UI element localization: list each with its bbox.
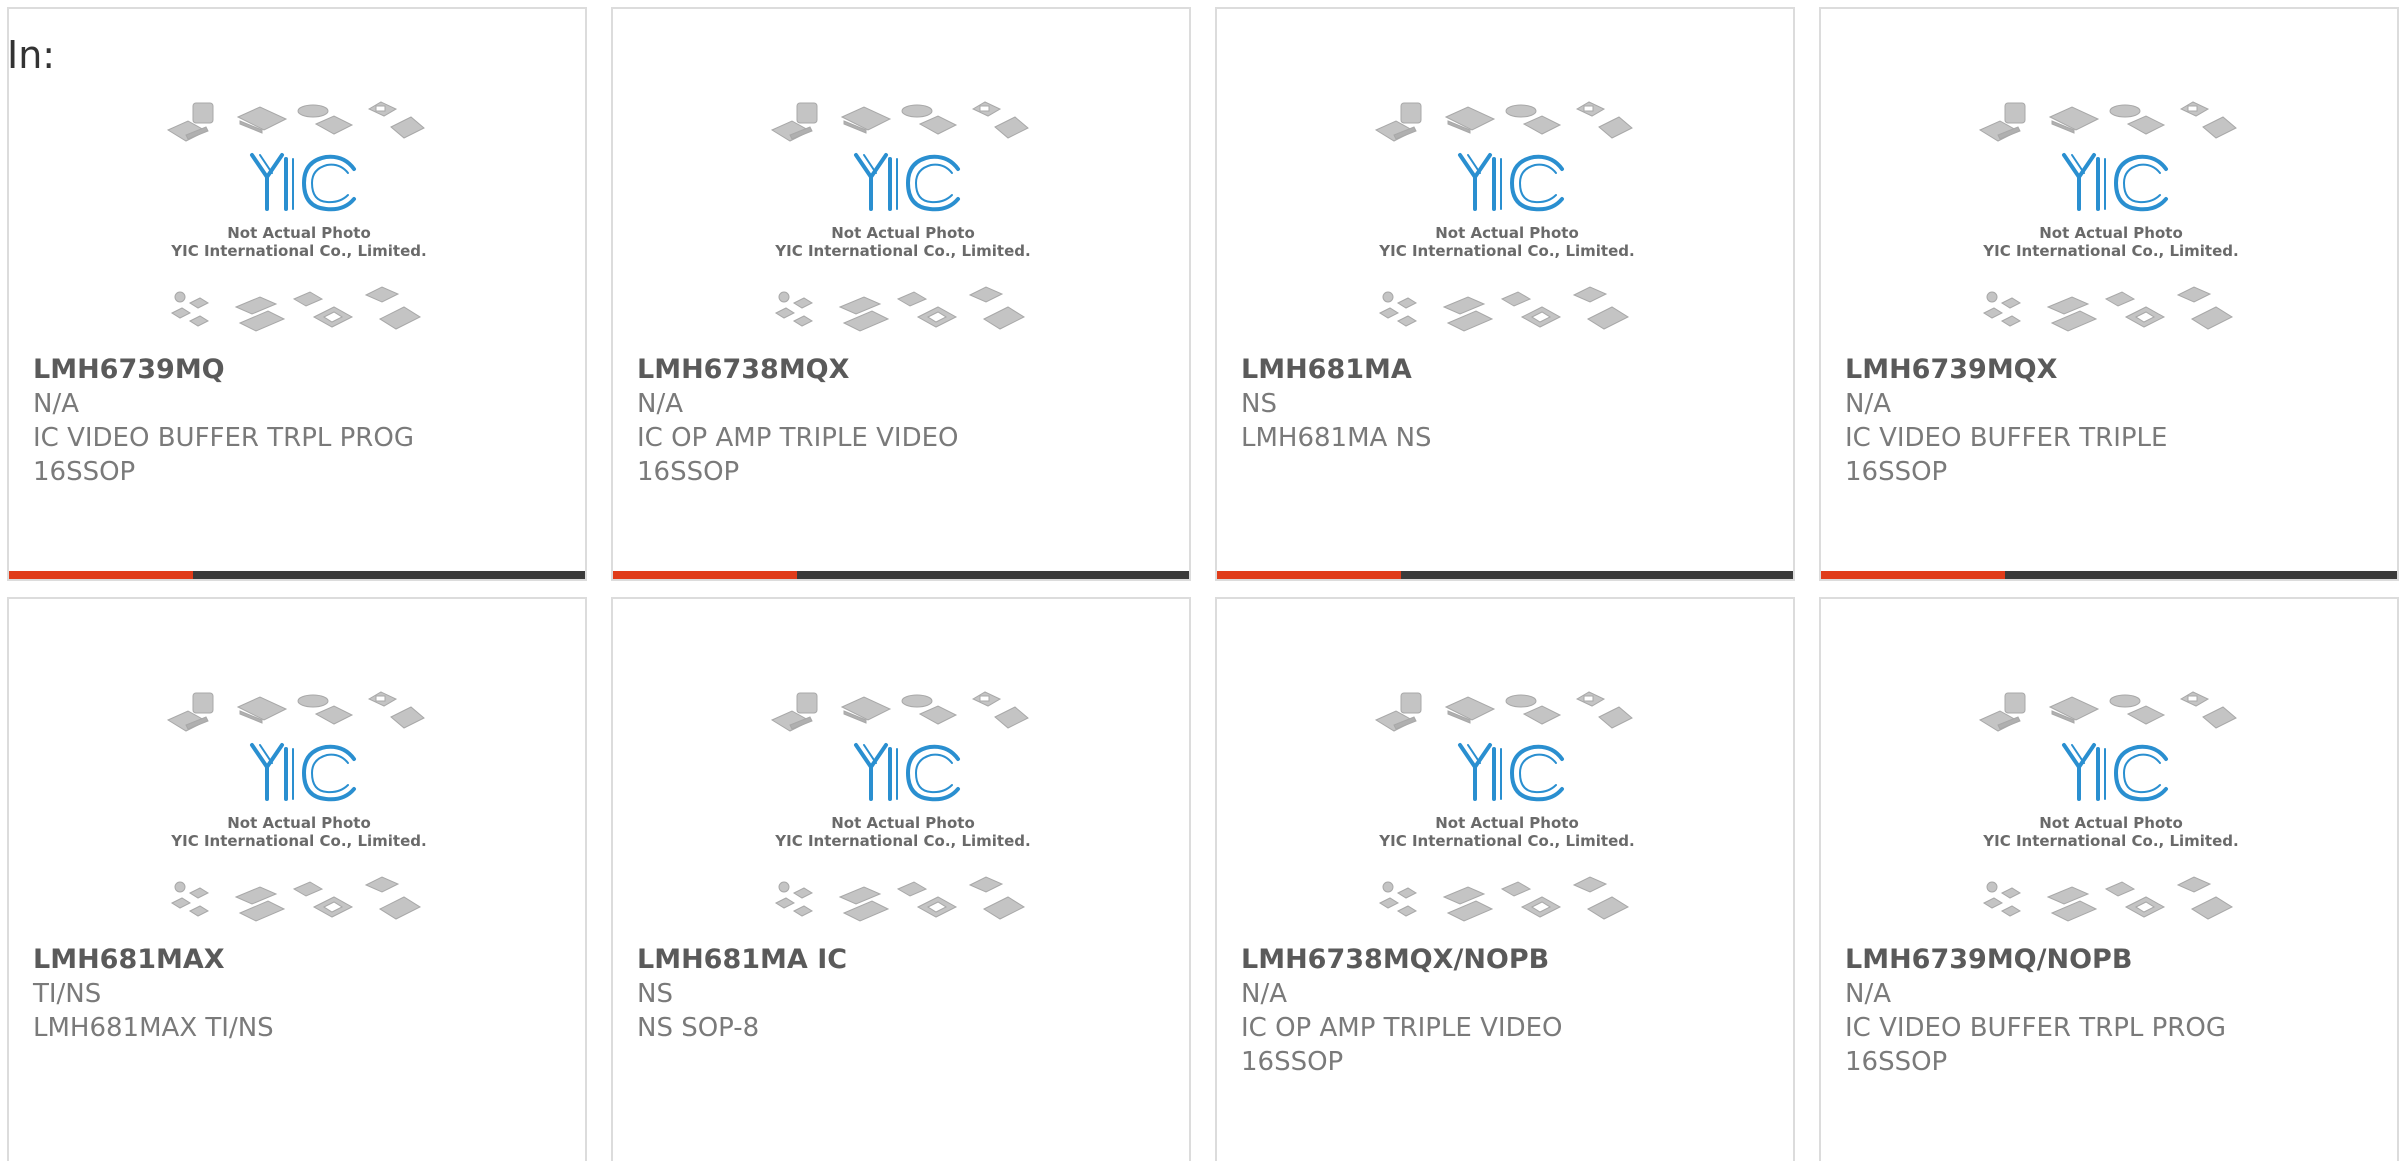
chip-package-icon [1978, 691, 2237, 732]
placeholder-caption-2: YIC International Co., Limited. [1378, 242, 1634, 260]
card-bottom-bar-accent [613, 571, 797, 579]
placeholder-caption-2: YIC International Co., Limited. [1378, 832, 1634, 850]
product-grid: Not Actual Photo YIC International Co., … [7, 7, 2399, 1161]
chip-package-icon [170, 286, 422, 332]
product-placeholder-image: Not Actual Photo YIC International Co., … [1374, 101, 1635, 332]
yic-logo-icon [250, 743, 356, 802]
product-card[interactable]: Not Actual Photo YIC International Co., … [1215, 7, 1795, 581]
product-card[interactable]: Not Actual Photo YIC International Co., … [7, 597, 587, 1161]
card-bottom-bar-accent [1217, 571, 1401, 579]
yic-logo-icon [854, 153, 960, 212]
product-description: LMH681MA NS [1241, 423, 1432, 453]
chip-package-icon [1374, 691, 1633, 732]
part-number[interactable]: LMH6739MQ/NOPB [1845, 943, 2377, 977]
placeholder-caption-1: Not Actual Photo [227, 224, 371, 242]
yic-logo-icon [1458, 153, 1564, 212]
product-placeholder-image: Not Actual Photo YIC International Co., … [770, 101, 1031, 332]
placeholder-caption-1: Not Actual Photo [1435, 814, 1579, 832]
placeholder-caption-2: YIC International Co., Limited. [1982, 832, 2238, 850]
placeholder-caption-1: Not Actual Photo [831, 224, 975, 242]
product-info: LMH6739MQX N/A IC VIDEO BUFFER TRIPLE 16… [1845, 353, 2377, 489]
part-number[interactable]: LMH681MAX [33, 943, 565, 977]
product-description: IC VIDEO BUFFER TRPL PROG 16SSOP [33, 423, 414, 487]
placeholder-caption-2: YIC International Co., Limited. [1982, 242, 2238, 260]
product-info: LMH6739MQ/NOPB N/A IC VIDEO BUFFER TRPL … [1845, 943, 2377, 1079]
manufacturer: N/A [33, 389, 79, 419]
product-info: LMH681MA NS LMH681MA NS [1241, 353, 1773, 455]
placeholder-caption-1: Not Actual Photo [2039, 224, 2183, 242]
card-bottom-bar [613, 571, 1189, 579]
product-placeholder-image: Not Actual Photo YIC International Co., … [1978, 101, 2239, 332]
chip-package-icon [1978, 101, 2237, 142]
chip-package-icon [1378, 286, 1630, 332]
product-description: NS SOP-8 [637, 1013, 760, 1043]
part-number[interactable]: LMH681MA [1241, 353, 1773, 387]
placeholder-caption-1: Not Actual Photo [831, 814, 975, 832]
manufacturer: N/A [637, 389, 683, 419]
card-bottom-bar [1821, 571, 2397, 579]
product-card[interactable]: Not Actual Photo YIC International Co., … [611, 7, 1191, 581]
card-bottom-bar [9, 571, 585, 579]
chip-package-icon [1378, 876, 1630, 922]
chip-package-icon [1374, 101, 1633, 142]
card-bottom-bar [1217, 571, 1793, 579]
product-info: LMH681MAX TI/NS LMH681MAX TI/NS [33, 943, 565, 1045]
chip-package-icon [770, 691, 1029, 732]
product-placeholder-image: Not Actual Photo YIC International Co., … [166, 101, 427, 332]
part-number[interactable]: LMH681MA IC [637, 943, 1169, 977]
product-listing-page: In: Not Actual Photo YIC International C… [0, 0, 2400, 1161]
product-placeholder-image: Not Actual Photo YIC International Co., … [1374, 691, 1635, 922]
yic-logo-icon [2062, 743, 2168, 802]
yic-logo-icon [1458, 743, 1564, 802]
product-info: LMH6738MQX N/A IC OP AMP TRIPLE VIDEO 16… [637, 353, 1169, 489]
chip-package-icon [1982, 286, 2234, 332]
product-description: IC VIDEO BUFFER TRPL PROG 16SSOP [1845, 1013, 2226, 1077]
product-description: LMH681MAX TI/NS [33, 1013, 274, 1043]
placeholder-caption-2: YIC International Co., Limited. [774, 832, 1030, 850]
yic-logo-icon [2062, 153, 2168, 212]
part-number[interactable]: LMH6738MQX/NOPB [1241, 943, 1773, 977]
product-placeholder-image: Not Actual Photo YIC International Co., … [1978, 691, 2239, 922]
product-card[interactable]: Not Actual Photo YIC International Co., … [7, 7, 587, 581]
product-info: LMH6738MQX/NOPB N/A IC OP AMP TRIPLE VID… [1241, 943, 1773, 1079]
chip-package-icon [166, 691, 425, 732]
manufacturer: NS [637, 979, 673, 1009]
placeholder-caption-2: YIC International Co., Limited. [774, 242, 1030, 260]
chip-package-icon [170, 876, 422, 922]
manufacturer: N/A [1845, 389, 1891, 419]
yic-logo-icon [854, 743, 960, 802]
chip-package-icon [774, 876, 1026, 922]
product-card[interactable]: Not Actual Photo YIC International Co., … [1819, 597, 2399, 1161]
part-number[interactable]: LMH6739MQX [1845, 353, 2377, 387]
manufacturer: NS [1241, 389, 1277, 419]
chip-package-icon [770, 101, 1029, 142]
product-card[interactable]: Not Actual Photo YIC International Co., … [1215, 597, 1795, 1161]
placeholder-caption-1: Not Actual Photo [2039, 814, 2183, 832]
product-description: IC VIDEO BUFFER TRIPLE 16SSOP [1845, 423, 2168, 487]
manufacturer: TI/NS [33, 979, 102, 1009]
placeholder-caption-1: Not Actual Photo [227, 814, 371, 832]
product-description: IC OP AMP TRIPLE VIDEO 16SSOP [1241, 1013, 1563, 1077]
manufacturer: N/A [1241, 979, 1287, 1009]
yic-logo-icon [250, 153, 356, 212]
chip-package-icon [166, 101, 425, 142]
product-card[interactable]: Not Actual Photo YIC International Co., … [611, 597, 1191, 1161]
manufacturer: N/A [1845, 979, 1891, 1009]
part-number[interactable]: LMH6738MQX [637, 353, 1169, 387]
product-placeholder-image: Not Actual Photo YIC International Co., … [166, 691, 427, 922]
chip-package-icon [774, 286, 1026, 332]
product-info: LMH6739MQ N/A IC VIDEO BUFFER TRPL PROG … [33, 353, 565, 489]
product-placeholder-image: Not Actual Photo YIC International Co., … [770, 691, 1031, 922]
filter-label: In: [7, 33, 56, 77]
part-number[interactable]: LMH6739MQ [33, 353, 565, 387]
product-info: LMH681MA IC NS NS SOP-8 [637, 943, 1169, 1045]
product-card[interactable]: Not Actual Photo YIC International Co., … [1819, 7, 2399, 581]
placeholder-caption-1: Not Actual Photo [1435, 224, 1579, 242]
placeholder-caption-2: YIC International Co., Limited. [170, 242, 426, 260]
product-description: IC OP AMP TRIPLE VIDEO 16SSOP [637, 423, 959, 487]
placeholder-caption-2: YIC International Co., Limited. [170, 832, 426, 850]
card-bottom-bar-accent [1821, 571, 2005, 579]
chip-package-icon [1982, 876, 2234, 922]
card-bottom-bar-accent [9, 571, 193, 579]
